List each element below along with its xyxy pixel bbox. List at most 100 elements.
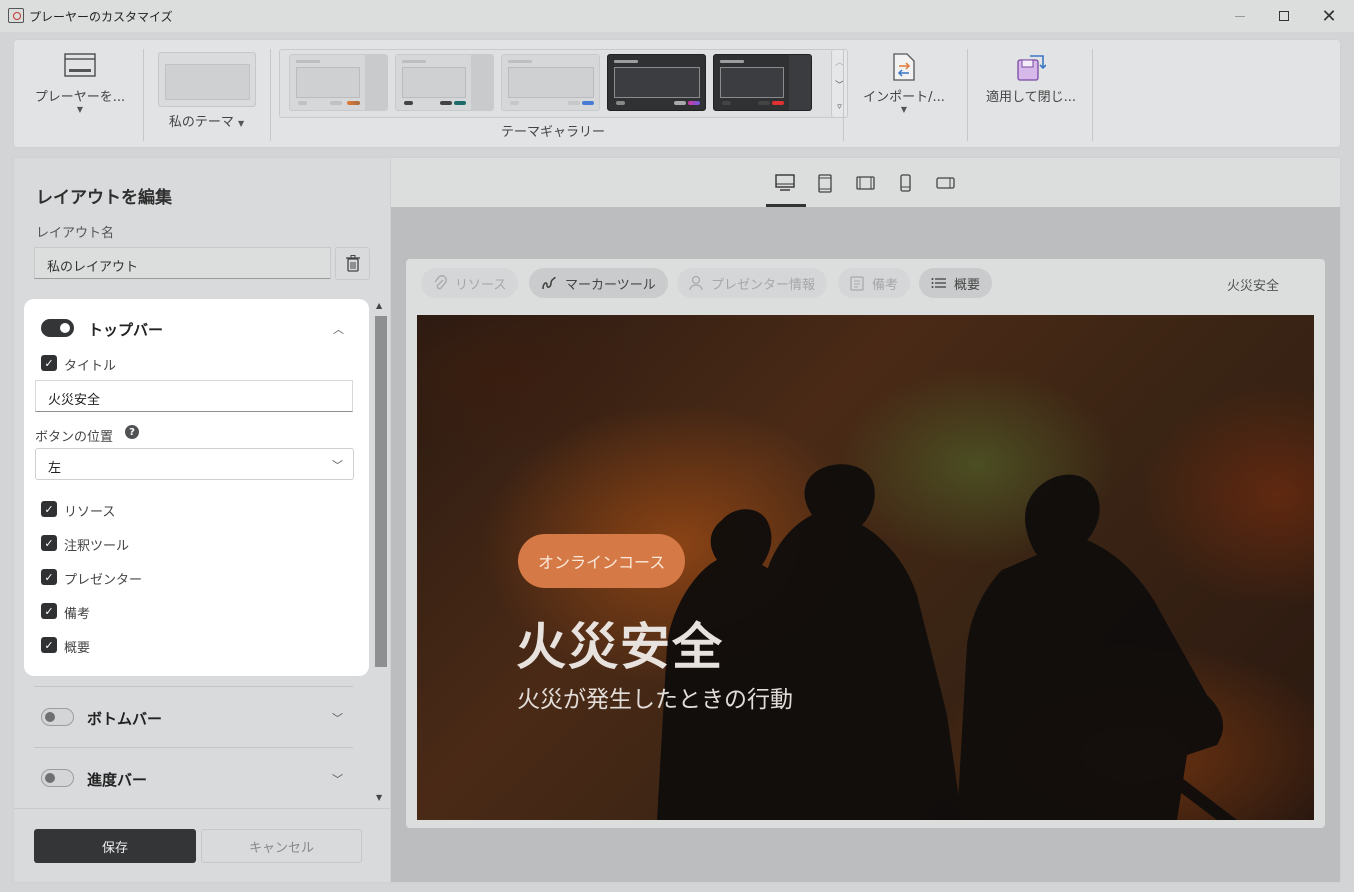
resources-chip[interactable]: リソース bbox=[421, 268, 519, 298]
top-bar-toggle[interactable] bbox=[41, 319, 74, 337]
bottom-bar-toggle[interactable] bbox=[41, 708, 74, 726]
notes-chip[interactable]: 備考 bbox=[838, 268, 911, 298]
top-bar-section: トップバー ︿ ✓ タイトル 火災安全 ボタンの位置 ? 左 ﹀ ✓ リソース … bbox=[24, 299, 369, 676]
save-disk-icon bbox=[1017, 55, 1046, 81]
marker-tool-chip-label: マーカーツール bbox=[565, 277, 656, 293]
ribbon-toolbar: プレーヤーを... ▼ 私のテーマ ▼ ︿ ﹀ ▿ テーマギャラリー インポート… bbox=[13, 39, 1341, 148]
progress-bar-toggle[interactable] bbox=[41, 769, 74, 787]
scroll-up-icon[interactable]: ▲ bbox=[376, 301, 382, 310]
chevron-down-icon: ﹀ bbox=[332, 459, 343, 472]
presenter-checkbox[interactable]: ✓ bbox=[41, 569, 57, 585]
button-position-select[interactable]: 左 ﹀ bbox=[35, 448, 354, 480]
player-button-label: プレーヤーを... bbox=[34, 90, 126, 105]
presenter-label: プレゼンター bbox=[64, 573, 143, 588]
minimize-icon bbox=[1235, 15, 1245, 17]
layout-name-input[interactable]: 私のレイアウト bbox=[34, 247, 331, 279]
title-checkbox[interactable]: ✓ bbox=[41, 355, 57, 371]
notes-label: 備考 bbox=[64, 607, 91, 622]
resources-label: リソース bbox=[64, 505, 116, 520]
slide-subtitle: 火災が発生したときの行動 bbox=[517, 687, 793, 713]
theme-gallery-label: テーマギャラリー bbox=[501, 125, 606, 140]
scrollbar-thumb[interactable] bbox=[375, 316, 387, 667]
outline-chip-label: 概要 bbox=[954, 277, 981, 293]
cancel-button[interactable]: キャンセル bbox=[201, 829, 362, 863]
minimize-button[interactable] bbox=[1225, 4, 1255, 28]
device-toolbar bbox=[391, 158, 1340, 207]
outline-checkbox[interactable]: ✓ bbox=[41, 637, 57, 653]
expand-gallery-icon[interactable]: ▿ bbox=[837, 102, 842, 112]
resources-chip-label: リソース bbox=[455, 277, 507, 293]
theme-thumbnail[interactable] bbox=[289, 54, 388, 111]
chevron-down-icon[interactable]: ﹀ bbox=[332, 710, 343, 726]
resources-checkbox[interactable]: ✓ bbox=[41, 501, 57, 517]
slide-image: オンラインコース 火災安全 火災が発生したときの行動 bbox=[417, 315, 1314, 820]
tablet-landscape-icon bbox=[855, 176, 875, 190]
chevron-down-icon: ▼ bbox=[900, 105, 908, 114]
close-icon: ✕ bbox=[1321, 5, 1337, 27]
tablet-portrait-icon bbox=[818, 173, 832, 193]
tablet-portrait-button[interactable] bbox=[813, 172, 837, 194]
tablet-landscape-button[interactable] bbox=[853, 172, 877, 194]
help-icon[interactable]: ? bbox=[125, 425, 139, 439]
player-button[interactable]: プレーヤーを... ▼ bbox=[32, 52, 128, 114]
theme-thumbnail[interactable] bbox=[607, 54, 706, 111]
theme-thumbnail[interactable] bbox=[501, 54, 600, 111]
app-icon bbox=[8, 8, 24, 23]
list-icon bbox=[931, 278, 946, 288]
notes-chip-label: 備考 bbox=[872, 277, 899, 293]
apply-close-label: 適用して閉じ... bbox=[985, 90, 1076, 105]
progress-bar-title: 進度バー bbox=[87, 771, 148, 789]
import-export-icon bbox=[893, 53, 915, 81]
desktop-view-button[interactable] bbox=[773, 172, 797, 194]
theme-thumbnail[interactable] bbox=[713, 54, 812, 111]
active-device-indicator bbox=[766, 204, 806, 207]
panel-footer: 保存 キャンセル bbox=[14, 808, 390, 884]
chevron-down-icon: ▼ bbox=[76, 105, 84, 114]
preview-panel: リソース マーカーツール プレゼンター情報 備考 概要 火災安全 オンラインコー… bbox=[390, 157, 1341, 883]
my-theme-thumbnail bbox=[157, 52, 256, 107]
annotation-tools-checkbox[interactable]: ✓ bbox=[41, 535, 57, 551]
paperclip-icon bbox=[434, 275, 447, 290]
presenter-info-chip[interactable]: プレゼンター情報 bbox=[677, 268, 828, 298]
apply-close-button[interactable]: 適用して閉じ... bbox=[976, 52, 1086, 105]
layout-editor-panel: レイアウトを編集 レイアウト名 私のレイアウト トップバー ︿ ✓ タイトル 火… bbox=[13, 157, 390, 883]
chevron-up-icon[interactable]: ︿ bbox=[333, 321, 344, 337]
maximize-button[interactable] bbox=[1269, 4, 1299, 28]
theme-thumbnail[interactable] bbox=[395, 54, 494, 111]
gallery-scroll[interactable]: ︿ ﹀ ▿ bbox=[831, 49, 848, 118]
top-bar-title: トップバー bbox=[88, 321, 164, 339]
phone-landscape-button[interactable] bbox=[933, 172, 957, 194]
player-preview: リソース マーカーツール プレゼンター情報 備考 概要 火災安全 オンラインコー… bbox=[406, 259, 1325, 828]
import-label: インポート/... bbox=[863, 90, 945, 105]
outline-label: 概要 bbox=[64, 641, 91, 656]
marker-tool-chip[interactable]: マーカーツール bbox=[529, 268, 668, 298]
delete-layout-button[interactable] bbox=[335, 247, 370, 280]
phone-portrait-icon bbox=[899, 174, 911, 192]
course-badge: オンラインコース bbox=[518, 534, 686, 588]
my-theme-button[interactable]: 私のテーマ ▼ bbox=[157, 52, 256, 130]
desktop-icon bbox=[775, 174, 795, 191]
title-bar: プレーヤーのカスタマイズ ✕ bbox=[0, 0, 1354, 32]
notes-checkbox[interactable]: ✓ bbox=[41, 603, 57, 619]
note-icon bbox=[850, 275, 864, 291]
presenter-info-chip-label: プレゼンター情報 bbox=[711, 277, 816, 293]
bottom-bar-title: ボトムバー bbox=[87, 710, 163, 728]
title-checkbox-label: タイトル bbox=[64, 359, 117, 374]
outline-chip[interactable]: 概要 bbox=[919, 268, 993, 298]
import-button[interactable]: インポート/... ▼ bbox=[854, 52, 954, 114]
phone-landscape-icon bbox=[935, 177, 955, 189]
phone-portrait-button[interactable] bbox=[893, 172, 917, 194]
title-input[interactable]: 火災安全 bbox=[35, 380, 353, 412]
preview-topbar-title: 火災安全 bbox=[1226, 279, 1279, 294]
save-button[interactable]: 保存 bbox=[34, 829, 196, 863]
panel-scrollbar[interactable]: ▲ ▼ bbox=[374, 299, 387, 806]
trash-icon bbox=[345, 255, 360, 272]
scroll-down-icon[interactable]: ▼ bbox=[376, 793, 382, 802]
window-title: プレーヤーのカスタマイズ bbox=[29, 10, 173, 24]
panel-title: レイアウトを編集 bbox=[36, 188, 172, 208]
chevron-down-icon[interactable]: ﹀ bbox=[332, 771, 343, 787]
marker-tool-icon bbox=[542, 276, 556, 290]
annotation-tools-label: 注釈ツール bbox=[64, 539, 130, 554]
close-button[interactable]: ✕ bbox=[1314, 4, 1344, 28]
button-position-label: ボタンの位置 bbox=[35, 430, 114, 445]
